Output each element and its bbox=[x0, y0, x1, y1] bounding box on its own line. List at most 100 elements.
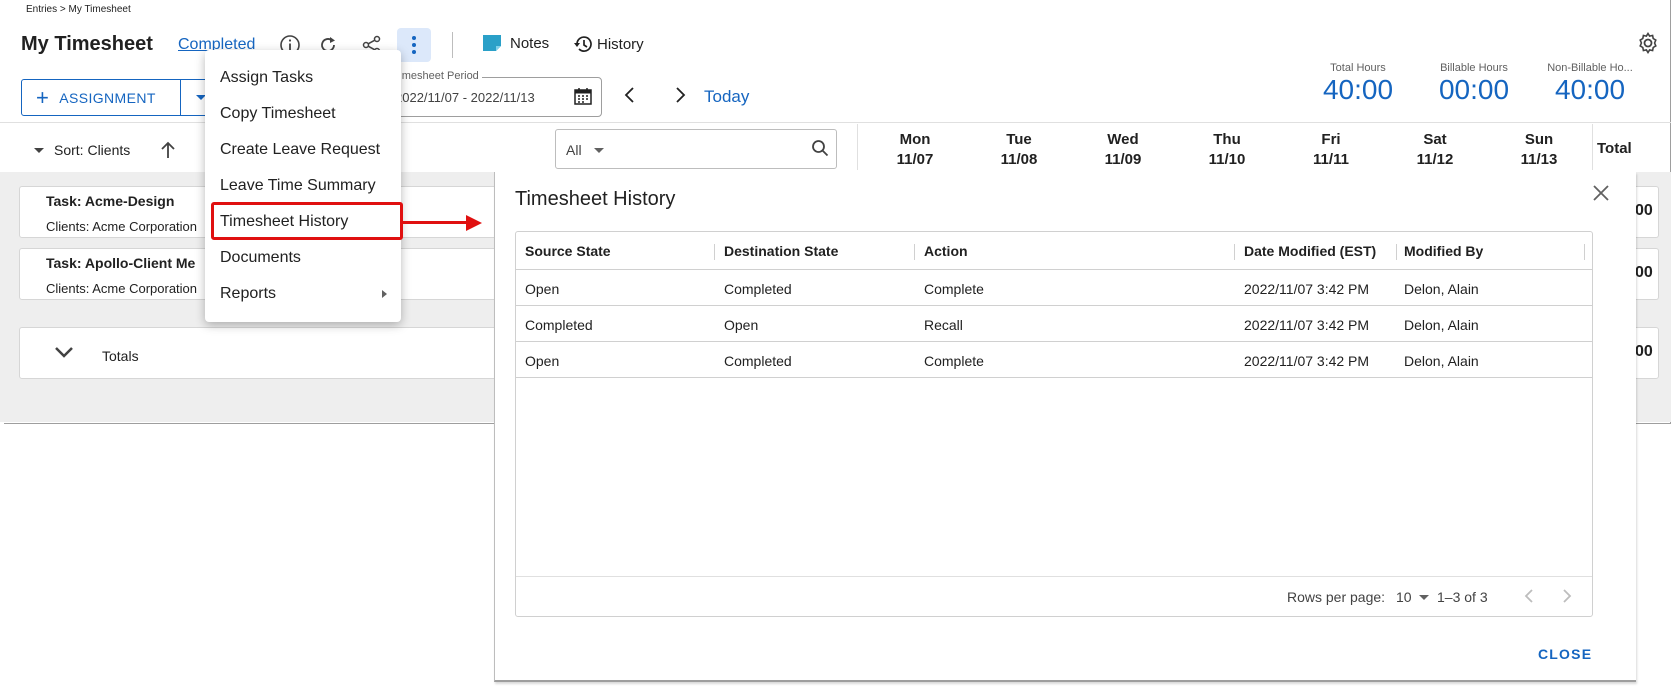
history-icon bbox=[574, 36, 592, 52]
search-icon[interactable] bbox=[811, 139, 829, 162]
next-page-icon[interactable] bbox=[1560, 587, 1574, 610]
filter-value: All bbox=[566, 142, 582, 158]
table-cell: Recall bbox=[924, 317, 963, 333]
rows-per-page-select[interactable]: 10 bbox=[1396, 589, 1412, 605]
column-header-destination-state[interactable]: Destination State bbox=[724, 243, 838, 259]
menu-item-documents[interactable]: Documents bbox=[205, 240, 401, 276]
close-button[interactable]: CLOSE bbox=[1538, 646, 1592, 662]
stat-non-billable-hours: Non-Billable Ho... 40:00 bbox=[1530, 62, 1650, 106]
expand-chevron-icon[interactable] bbox=[54, 345, 74, 364]
highlight-annotation-box bbox=[211, 202, 403, 240]
table-footer-divider bbox=[516, 576, 1592, 577]
today-link[interactable]: Today bbox=[704, 87, 749, 107]
table-cell: Open bbox=[724, 317, 759, 333]
column-header-modified-by[interactable]: Modified By bbox=[1404, 243, 1483, 259]
table-cell: Completed bbox=[724, 353, 792, 369]
assignment-main-button[interactable]: + ASSIGNMENT bbox=[22, 80, 181, 115]
column-header-date-modified[interactable]: Date Modified (EST) bbox=[1244, 243, 1376, 259]
menu-item-reports[interactable]: Reports bbox=[205, 276, 401, 312]
day-header-fri: Fri 11/11 bbox=[1313, 131, 1349, 168]
totals-label: Totals bbox=[102, 348, 139, 364]
day-header-sat: Sat 11/12 bbox=[1416, 131, 1454, 168]
history-label: History bbox=[597, 35, 644, 53]
previous-period-icon[interactable] bbox=[622, 86, 638, 109]
day-header-thu: Thu 11/10 bbox=[1208, 131, 1246, 168]
menu-item-copy-timesheet[interactable]: Copy Timesheet bbox=[205, 96, 401, 132]
sort-control[interactable]: Sort: Clients bbox=[34, 141, 176, 159]
table-cell: Completed bbox=[525, 317, 593, 333]
task-row-total: 00 bbox=[1635, 264, 1653, 281]
timesheet-period-label: Timesheet Period bbox=[390, 70, 482, 82]
column-divider bbox=[1234, 244, 1235, 260]
task-row-total: 00 bbox=[1635, 202, 1653, 219]
total-column-divider bbox=[1592, 124, 1593, 170]
page-title: My Timesheet bbox=[21, 33, 153, 55]
rows-per-page-caret-icon[interactable] bbox=[1419, 595, 1429, 600]
stat-label: Total Hours bbox=[1330, 62, 1386, 74]
column-divider bbox=[857, 124, 858, 170]
more-options-menu: Assign Tasks Copy Timesheet Create Leave… bbox=[205, 50, 401, 322]
menu-item-create-leave-request[interactable]: Create Leave Request bbox=[205, 132, 401, 168]
menu-item-assign-tasks[interactable]: Assign Tasks bbox=[205, 60, 401, 96]
row-divider bbox=[516, 377, 1592, 378]
sort-ascending-icon[interactable] bbox=[160, 141, 176, 159]
stat-value: 40:00 bbox=[1322, 74, 1394, 105]
menu-item-reports-label: Reports bbox=[220, 285, 277, 302]
task-title: Task: Apollo-Client Me bbox=[46, 255, 196, 271]
task-client: Clients: Acme Corporation bbox=[46, 219, 198, 234]
total-column-header: Total bbox=[1597, 140, 1632, 157]
dialog-title: Timesheet History bbox=[515, 188, 676, 210]
add-assignment-button[interactable]: + ASSIGNMENT bbox=[21, 79, 222, 116]
breadcrumb: Entries > My Timesheet bbox=[26, 4, 131, 15]
table-cell: Delon, Alain bbox=[1404, 317, 1479, 333]
notes-icon bbox=[483, 35, 501, 51]
stat-label: Non-Billable Ho... bbox=[1547, 62, 1633, 74]
table-cell: 2022/11/07 3:42 PM bbox=[1244, 317, 1370, 333]
stat-total-hours: Total Hours 40:00 bbox=[1298, 62, 1418, 106]
day-header-wed: Wed 11/09 bbox=[1104, 131, 1142, 168]
stat-label: Billable Hours bbox=[1440, 62, 1508, 74]
assignment-label: ASSIGNMENT bbox=[59, 89, 156, 106]
next-period-icon[interactable] bbox=[672, 86, 688, 109]
history-button[interactable]: History bbox=[573, 34, 644, 54]
row-divider bbox=[516, 341, 1592, 342]
table-cell: Complete bbox=[924, 353, 984, 369]
day-header-mon: Mon 11/07 bbox=[896, 131, 934, 168]
column-header-source-state[interactable]: Source State bbox=[525, 243, 611, 259]
column-divider bbox=[1584, 244, 1585, 260]
column-divider bbox=[1396, 244, 1397, 260]
submenu-arrow-icon bbox=[382, 290, 387, 298]
task-title: Task: Acme-Design bbox=[46, 193, 175, 209]
notes-label: Notes bbox=[510, 34, 550, 52]
rows-per-page-label: Rows per page: bbox=[1287, 589, 1386, 605]
table-cell: Complete bbox=[924, 281, 984, 297]
table-cell: Completed bbox=[724, 281, 792, 297]
timesheet-period-value: 2022/11/07 - 2022/11/13 bbox=[395, 90, 535, 105]
stat-value: 40:00 bbox=[1554, 74, 1626, 105]
column-header-action[interactable]: Action bbox=[924, 243, 968, 259]
pagination-range: 1–3 of 3 bbox=[1437, 589, 1488, 605]
more-options-icon[interactable] bbox=[397, 28, 431, 62]
settings-gear-icon[interactable] bbox=[1636, 31, 1660, 60]
notes-button[interactable]: Notes bbox=[482, 34, 549, 52]
table-cell: 2022/11/07 3:42 PM bbox=[1244, 353, 1370, 369]
column-divider bbox=[914, 244, 915, 260]
column-divider bbox=[714, 244, 715, 260]
menu-item-leave-time-summary[interactable]: Leave Time Summary bbox=[205, 168, 401, 204]
table-cell: Delon, Alain bbox=[1404, 281, 1479, 297]
annotation-arrow-head-icon bbox=[466, 215, 482, 231]
sort-label: Sort: Clients bbox=[54, 142, 131, 158]
row-divider bbox=[516, 305, 1592, 306]
grand-total: 00 bbox=[1635, 343, 1653, 360]
plus-icon: + bbox=[36, 84, 50, 110]
table-cell: Open bbox=[525, 353, 560, 369]
previous-page-icon[interactable] bbox=[1522, 587, 1536, 610]
annotation-arrow-line bbox=[402, 221, 468, 224]
calendar-icon[interactable] bbox=[574, 87, 592, 110]
stat-billable-hours: Billable Hours 00:00 bbox=[1414, 62, 1534, 106]
close-icon[interactable] bbox=[1591, 183, 1611, 208]
stat-value: 00:00 bbox=[1438, 74, 1510, 105]
table-cell: Delon, Alain bbox=[1404, 353, 1479, 369]
sort-caret-icon bbox=[34, 147, 44, 153]
task-client: Clients: Acme Corporation bbox=[46, 281, 198, 296]
